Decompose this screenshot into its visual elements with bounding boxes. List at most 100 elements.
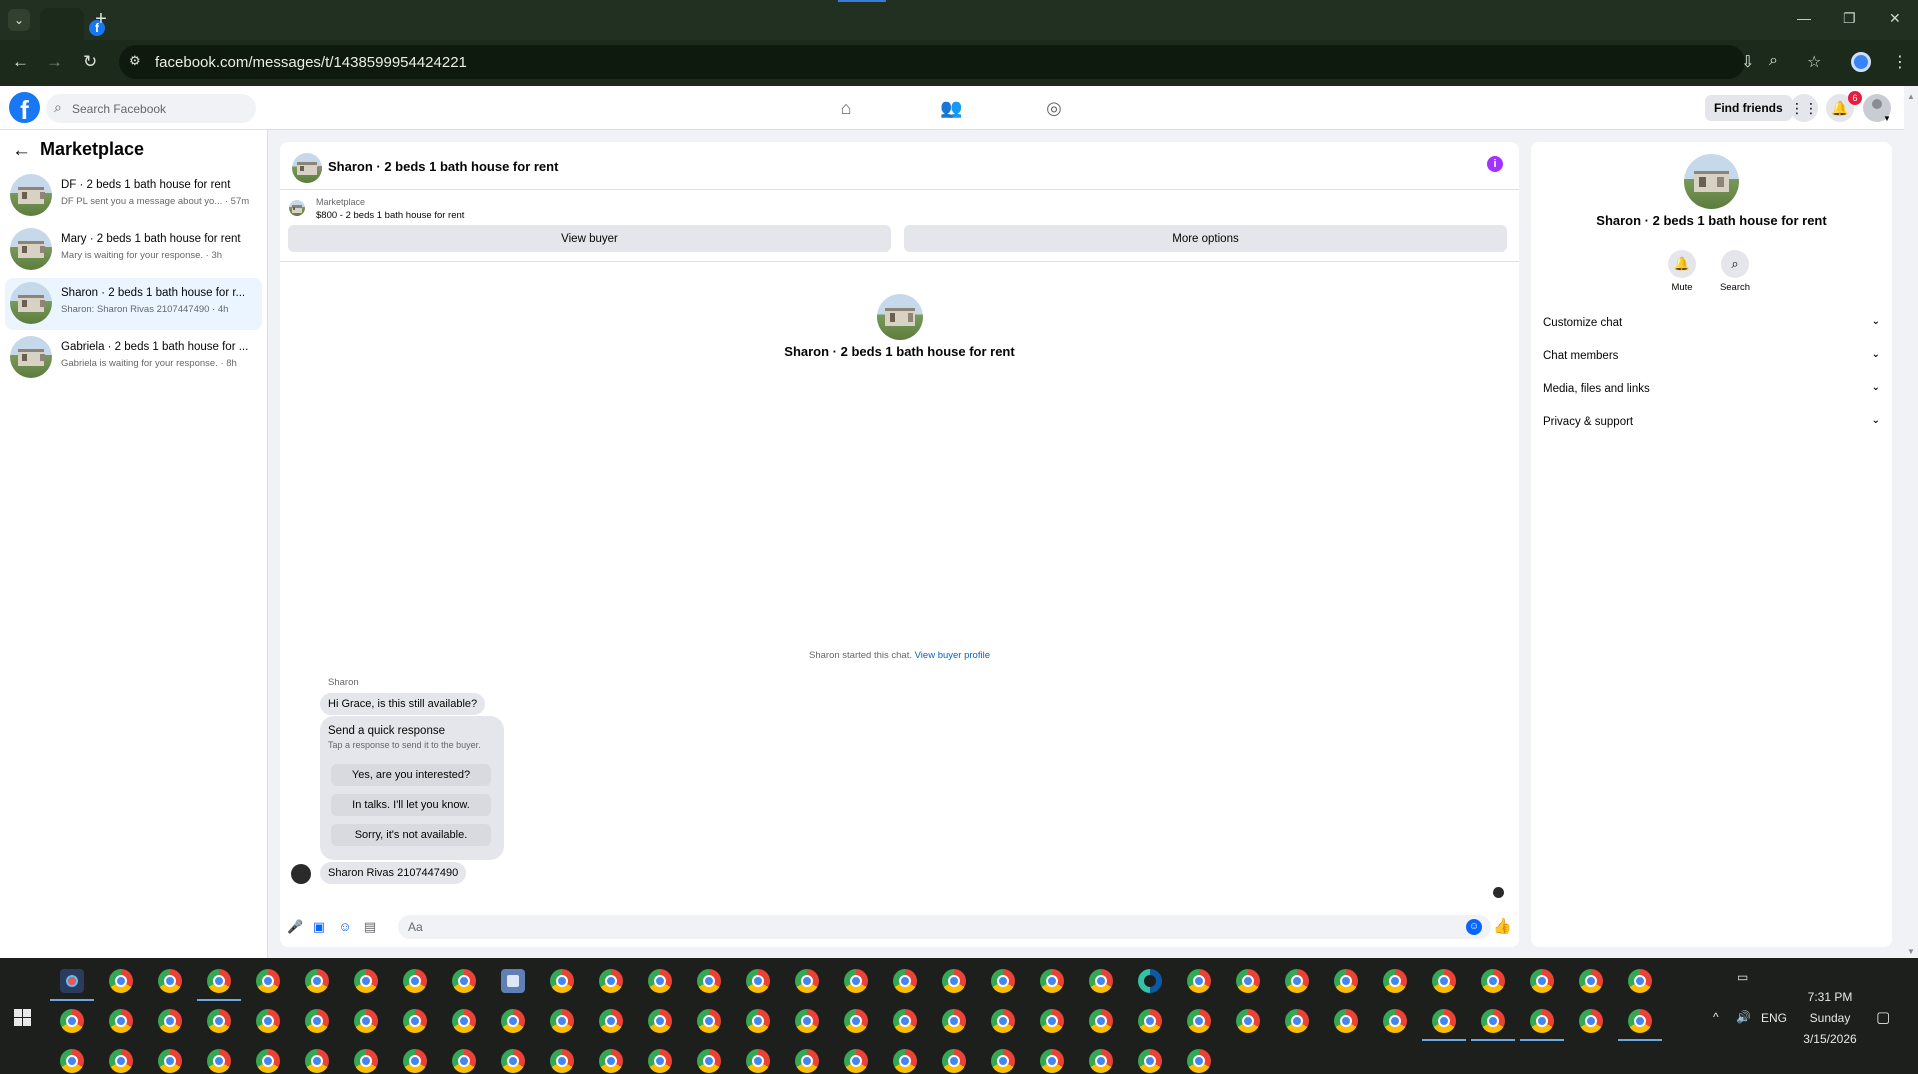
search-box[interactable]: ⌕: [46, 94, 256, 123]
menu-grid-icon[interactable]: ⋮⋮: [1790, 94, 1818, 122]
taskbar-app-icon[interactable]: [599, 1049, 623, 1073]
taskbar-app-icon[interactable]: [354, 969, 378, 993]
taskbar-app-icon[interactable]: [844, 1049, 868, 1073]
taskbar-app-icon[interactable]: [256, 1009, 280, 1033]
taskbar-app-icon[interactable]: [1285, 969, 1309, 993]
close-window-icon[interactable]: ✕: [1889, 10, 1901, 27]
bookmark-star-icon[interactable]: ☆: [1807, 52, 1821, 72]
taskbar-app-icon[interactable]: [1481, 969, 1505, 993]
conversation-item-gabriela[interactable]: Gabriela · 2 beds 1 bath house for ... G…: [5, 332, 262, 384]
taskbar-app-icon[interactable]: [746, 1049, 770, 1073]
groups-icon[interactable]: ◎: [1043, 97, 1065, 119]
mute-bell-icon[interactable]: 🔔: [1668, 250, 1696, 278]
taskbar-app-icon[interactable]: [893, 969, 917, 993]
taskbar-app-icon[interactable]: [942, 969, 966, 993]
taskbar-app-icon[interactable]: [697, 1009, 721, 1033]
taskbar-app-icon[interactable]: [795, 1049, 819, 1073]
attach-photo-icon[interactable]: ▣: [311, 919, 327, 935]
taskbar-app-icon[interactable]: [1530, 1009, 1554, 1033]
reload-icon[interactable]: ↻: [83, 52, 97, 72]
taskbar-app-icon[interactable]: [1530, 969, 1554, 993]
scroll-up-icon[interactable]: ▲: [1907, 92, 1915, 101]
taskbar-app-icon[interactable]: [403, 1009, 427, 1033]
taskbar-app-icon[interactable]: [207, 1009, 231, 1033]
taskbar-app-icon[interactable]: [1236, 969, 1260, 993]
taskbar-app-icon[interactable]: [354, 1009, 378, 1033]
taskbar-app-icon[interactable]: [697, 1049, 721, 1073]
site-info-icon[interactable]: ⚙: [129, 53, 141, 69]
quick-response-in-talks-button[interactable]: In talks. I'll let you know.: [331, 794, 491, 816]
taskbar-app-icon[interactable]: [1138, 1049, 1162, 1073]
taskbar-app-icon[interactable]: [158, 969, 182, 993]
home-icon[interactable]: ⌂: [835, 97, 857, 119]
page-scrollbar[interactable]: ▲ ▼: [1904, 86, 1918, 958]
taskbar-app-icon[interactable]: [207, 1049, 231, 1073]
taskbar-app-icon[interactable]: [501, 1009, 525, 1033]
taskbar-app-icon[interactable]: [991, 969, 1015, 993]
volume-icon[interactable]: 🔊: [1736, 1010, 1751, 1024]
taskbar-app-icon[interactable]: [599, 969, 623, 993]
conversation-item-sharon[interactable]: Sharon · 2 beds 1 bath house for r... Sh…: [5, 278, 262, 330]
taskbar-app-icon[interactable]: [158, 1009, 182, 1033]
taskbar-app-icon[interactable]: [305, 969, 329, 993]
view-buyer-profile-link[interactable]: View buyer profile: [915, 650, 990, 661]
taskbar-app-icon[interactable]: [648, 1009, 672, 1033]
taskbar-app-icon[interactable]: [1040, 1049, 1064, 1073]
facebook-logo-icon[interactable]: f: [9, 92, 40, 123]
taskbar-app-icon[interactable]: [501, 969, 525, 993]
zoom-icon[interactable]: ⌕: [1769, 52, 1778, 70]
more-options-button[interactable]: More options: [904, 225, 1507, 252]
taskbar-app-icon[interactable]: [991, 1049, 1015, 1073]
taskbar-app-icon[interactable]: [1236, 1009, 1260, 1033]
taskbar-app-icon[interactable]: [60, 1049, 84, 1073]
taskbar-app-icon[interactable]: [795, 1009, 819, 1033]
find-friends-button[interactable]: Find friends: [1705, 95, 1792, 121]
taskbar-app-icon[interactable]: [746, 969, 770, 993]
conversation-item-mary[interactable]: Mary · 2 beds 1 bath house for rent Mary…: [5, 224, 262, 276]
emoji-icon[interactable]: ☺: [1466, 919, 1482, 935]
media-files-links-section[interactable]: Media, files and links ⌄: [1543, 376, 1882, 404]
customize-chat-section[interactable]: Customize chat ⌄: [1543, 310, 1882, 338]
taskbar-app-icon[interactable]: [60, 1009, 84, 1033]
taskbar-app-icon[interactable]: [1383, 1009, 1407, 1033]
restore-window-icon[interactable]: ❐: [1843, 10, 1856, 27]
taskbar-app-icon[interactable]: [305, 1049, 329, 1073]
taskbar-app-icon[interactable]: [746, 1009, 770, 1033]
sticker-icon[interactable]: ☺: [337, 919, 353, 935]
taskbar-app-icon[interactable]: [305, 1009, 329, 1033]
clock-date[interactable]: 3/15/2026: [1760, 1032, 1900, 1046]
taskbar-app-icon[interactable]: [1628, 1009, 1652, 1033]
address-bar[interactable]: ⚙ facebook.com/messages/t/14385999544242…: [119, 45, 1821, 79]
privacy-support-section[interactable]: Privacy & support ⌄: [1543, 409, 1882, 437]
taskbar-app-icon[interactable]: [697, 969, 721, 993]
taskbar-app-icon[interactable]: [403, 1049, 427, 1073]
quick-response-sorry-button[interactable]: Sorry, it's not available.: [331, 824, 491, 846]
taskbar-app-icon[interactable]: [207, 969, 231, 993]
taskbar-app-icon[interactable]: [1089, 1049, 1113, 1073]
taskbar-app-icon[interactable]: [844, 969, 868, 993]
tray-chevron-icon[interactable]: ^: [1713, 1010, 1719, 1024]
chat-title[interactable]: Sharon · 2 beds 1 bath house for rent: [328, 159, 558, 174]
taskbar-app-icon[interactable]: [501, 1049, 525, 1073]
tab-search-dropdown[interactable]: ⌄: [8, 9, 30, 31]
chat-avatar[interactable]: [292, 153, 322, 183]
taskbar-app-icon[interactable]: [1481, 1009, 1505, 1033]
sender-avatar[interactable]: [291, 864, 311, 884]
taskbar-app-icon[interactable]: [1383, 969, 1407, 993]
taskbar-app-icon[interactable]: [795, 969, 819, 993]
taskbar-app-icon[interactable]: [109, 1009, 133, 1033]
taskbar-app-icon[interactable]: [256, 1049, 280, 1073]
display-icon[interactable]: ▭: [1737, 970, 1748, 984]
taskbar-app-icon[interactable]: [1089, 1009, 1113, 1033]
conversation-info-icon[interactable]: i: [1487, 156, 1503, 172]
browser-menu-icon[interactable]: ⋮: [1892, 52, 1908, 72]
taskbar-app-icon[interactable]: [403, 969, 427, 993]
taskbar-app-icon[interactable]: [550, 1049, 574, 1073]
taskbar-app-icon[interactable]: [109, 1049, 133, 1073]
taskbar-app-icon[interactable]: [599, 1009, 623, 1033]
taskbar-app-icon[interactable]: [1579, 969, 1603, 993]
address-url[interactable]: facebook.com/messages/t/1438599954424221: [155, 54, 467, 71]
taskbar-app-icon[interactable]: [452, 969, 476, 993]
back-arrow-icon[interactable]: ←: [12, 52, 29, 72]
profile-extension-icon[interactable]: [1851, 52, 1871, 72]
